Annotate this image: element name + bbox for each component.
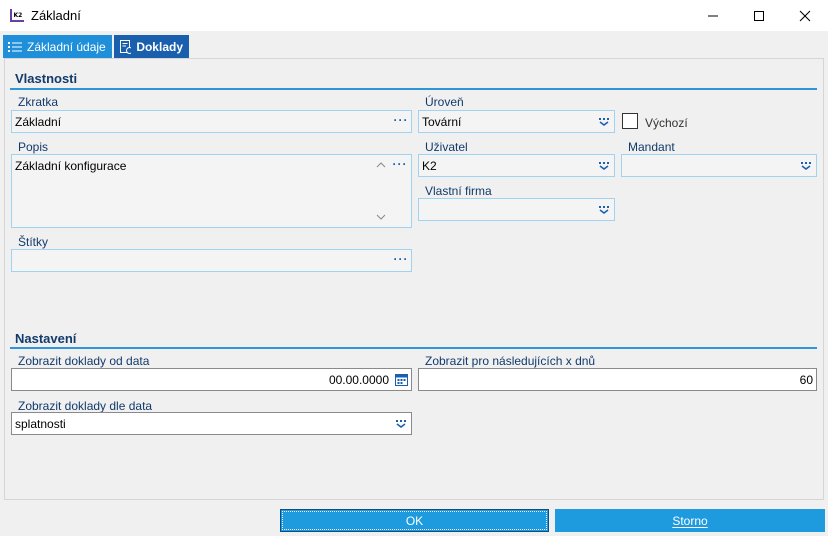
calendar-icon (394, 374, 408, 386)
section-divider (10, 347, 817, 349)
x-dnu-value: 60 (799, 372, 813, 387)
vlastni-firma-label: Vlastní firma (425, 184, 492, 198)
app-logo-icon: K2 (9, 7, 25, 23)
section-divider (10, 88, 817, 90)
close-button[interactable] (782, 0, 828, 31)
ok-button[interactable]: OK (280, 509, 549, 532)
maximize-button[interactable] (736, 0, 782, 31)
mandant-dropdown-button[interactable] (796, 155, 816, 176)
uzivatel-value: K2 (422, 158, 437, 173)
minimize-button[interactable] (690, 0, 736, 31)
od-data-value: 00.00.0000 (328, 372, 389, 387)
dle-data-value: splatnosti (15, 416, 66, 431)
tab-label: Základní údaje (27, 39, 106, 54)
x-dnu-field[interactable]: 60 (418, 368, 817, 391)
dropdown-chevron-icon (396, 419, 406, 428)
popis-scrollbar[interactable] (374, 158, 388, 224)
od-data-field[interactable]: 00.00.0000 (11, 368, 412, 391)
uzivatel-select[interactable]: K2 (418, 154, 615, 177)
popis-field[interactable]: Základní konfigurace (11, 154, 412, 228)
vlastni-firma-dropdown-button[interactable] (594, 199, 614, 220)
tab-zakladni-udaje[interactable]: Základní údaje (3, 35, 112, 58)
list-icon (8, 41, 22, 52)
ellipsis-icon: ··· (392, 157, 408, 171)
popis-label: Popis (18, 140, 49, 154)
uzivatel-label: Uživatel (425, 140, 468, 154)
minimize-icon (708, 15, 718, 16)
uroven-value: Tovární (422, 114, 462, 129)
document-settings-icon (120, 39, 132, 54)
zkratka-more-button[interactable]: ··· (391, 111, 411, 132)
section-title-nastaveni: Nastavení (15, 331, 77, 346)
maximize-icon (754, 10, 764, 21)
vychozi-checkbox[interactable] (622, 113, 638, 129)
close-icon (799, 10, 811, 21)
stitky-more-button[interactable]: ··· (391, 250, 411, 271)
popis-more-button[interactable]: ··· (390, 155, 410, 177)
vychozi-label: Výchozí (645, 116, 688, 130)
x-dnu-label: Zobrazit pro následujících x dnů (425, 354, 596, 368)
dle-data-dropdown-button[interactable] (391, 413, 411, 434)
dle-data-select[interactable]: splatnosti (11, 412, 412, 435)
dropdown-chevron-icon (599, 161, 609, 170)
section-title-vlastnosti: Vlastnosti (15, 71, 78, 86)
uroven-dropdown-button[interactable] (594, 111, 614, 132)
window-title: Základní (31, 8, 81, 23)
mandant-label: Mandant (628, 140, 675, 154)
dropdown-chevron-icon (599, 205, 609, 214)
popis-value: Základní konfigurace (15, 159, 127, 173)
ellipsis-icon: ··· (393, 251, 409, 266)
uroven-select[interactable]: Tovární (418, 110, 615, 133)
stitky-label: Štítky (18, 235, 49, 249)
zkratka-label: Zkratka (18, 95, 59, 109)
vlastni-firma-select[interactable] (418, 198, 615, 221)
storno-button[interactable]: Storno (555, 509, 825, 532)
tab-doklady[interactable]: Doklady (114, 35, 189, 58)
dropdown-chevron-icon (801, 161, 811, 170)
od-data-label: Zobrazit doklady od data (18, 354, 150, 368)
uzivatel-dropdown-button[interactable] (594, 155, 614, 176)
mandant-select[interactable] (621, 154, 817, 177)
zkratka-field[interactable]: Základní ··· (11, 110, 412, 133)
ellipsis-icon: ··· (393, 112, 409, 127)
tab-label: Doklady (136, 39, 183, 54)
svg-text:K2: K2 (14, 12, 23, 19)
dle-data-label: Zobrazit doklady dle data (18, 399, 153, 413)
uroven-label: Úroveň (425, 95, 464, 109)
dropdown-chevron-icon (599, 117, 609, 126)
calendar-button[interactable] (391, 369, 411, 390)
zkratka-value: Základní (15, 114, 62, 129)
scroll-arrows-icon (376, 162, 386, 220)
stitky-field[interactable]: ··· (11, 249, 412, 272)
